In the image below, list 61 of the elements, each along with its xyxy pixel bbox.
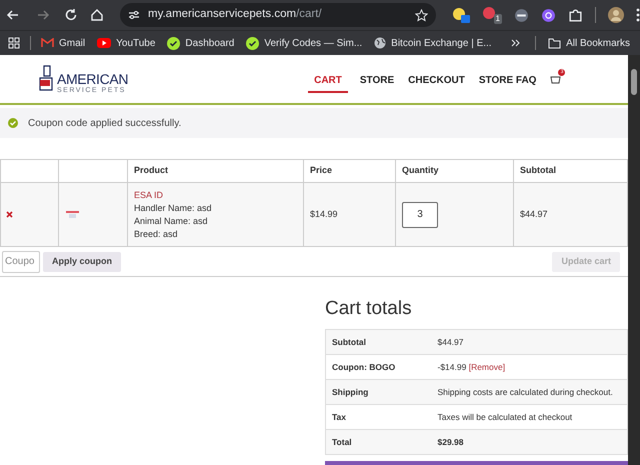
column-header: Product (134, 165, 168, 176)
totals-value: Shipping costs are calculated during checkout. (438, 386, 613, 397)
forward-icon[interactable] (36, 8, 50, 22)
apply-coupon-button[interactable]: Apply coupon (43, 252, 121, 272)
column-header: Subtotal (520, 165, 556, 176)
totals-value: Taxes will be calculated at checkout (438, 412, 572, 422)
price-text: $14.99 (310, 208, 338, 219)
chevrons-icon[interactable] (511, 38, 522, 48)
totals-label: Shipping (332, 386, 368, 397)
extension-icon[interactable] (514, 8, 529, 22)
success-icon (8, 118, 18, 128)
bookmark[interactable]: Dashboard (167, 36, 234, 50)
product-detail: Animal Name: asd (134, 214, 209, 228)
product-detail: Handler Name: asd (134, 202, 213, 214)
all-bookmarks-button[interactable]: All Bookmarks (548, 36, 630, 50)
menu-icon[interactable] (636, 8, 640, 22)
product-detail: Breed: asd (134, 228, 179, 240)
apps-grid-icon[interactable] (8, 37, 20, 49)
extension-badge: 1 (494, 14, 502, 24)
column-header: Quantity (402, 165, 439, 176)
bookmark[interactable]: Verify Codes — Sim... (246, 36, 362, 50)
total-amount: $29.98 (438, 436, 464, 447)
check-circle-icon (246, 36, 260, 50)
mail-icon (41, 38, 54, 48)
nav-link[interactable]: CART (308, 68, 348, 92)
remove-coupon-link[interactable]: [Remove] (468, 362, 506, 372)
totals-label: Coupon: BOGO (332, 362, 396, 372)
remove-icon[interactable] (6, 211, 13, 218)
discount-text: -$14.99 [Remove] (438, 362, 506, 372)
column-header: Price (310, 165, 332, 176)
extension-icon[interactable] (541, 8, 556, 22)
nav-link[interactable]: STORE FAQ (476, 68, 538, 92)
check-circle-icon (167, 36, 180, 50)
nav-link[interactable]: STORE (358, 68, 396, 92)
url-text: my.americanservicepets.com/cart/ (148, 7, 322, 22)
subtotal-text: $44.97 (520, 208, 548, 219)
totals-label: Total (332, 436, 352, 447)
folder-icon (548, 38, 562, 48)
play-icon (97, 38, 112, 48)
extension-icon[interactable] (452, 7, 470, 23)
profile-avatar-icon[interactable] (608, 7, 624, 23)
basket-icon[interactable] (550, 74, 562, 84)
coupon-field[interactable]: Coupo (2, 250, 40, 272)
nav-link[interactable]: CHECKOUT (406, 68, 467, 92)
star-icon[interactable] (415, 8, 428, 22)
back-icon[interactable] (6, 8, 20, 22)
cart-totals-heading: Cart totals (325, 297, 413, 321)
address-bar[interactable]: my.americanservicepets.com/cart/ (120, 3, 436, 27)
home-icon[interactable] (90, 8, 104, 22)
quantity-field[interactable]: 3 (402, 202, 438, 228)
totals-label: Tax (332, 412, 346, 422)
notice-bar: Coupon code applied successfully. (0, 108, 628, 138)
bookmark[interactable]: Gmail (41, 36, 86, 50)
site-settings-icon[interactable] (128, 9, 140, 21)
bookmark[interactable]: YouTube (97, 36, 156, 50)
product-link[interactable]: ESA ID (134, 188, 297, 202)
bookmark[interactable]: Bitcoin Exchange | E... (374, 36, 492, 50)
scrollbar[interactable] (628, 55, 640, 465)
reload-icon[interactable] (64, 8, 78, 22)
totals-value: $44.97 (438, 336, 464, 347)
totals-label: Subtotal (332, 336, 366, 347)
